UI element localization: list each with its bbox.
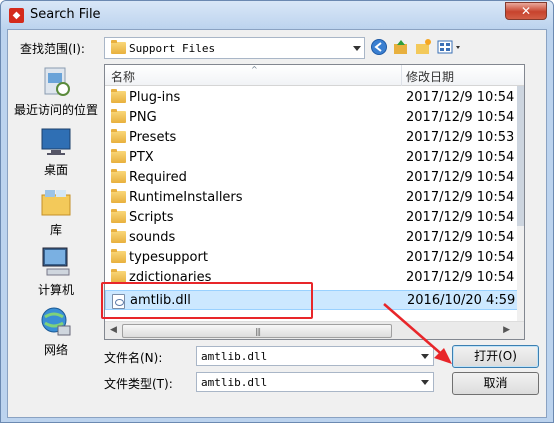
look-in-label: 查找范围(I):: [20, 42, 85, 56]
look-in-combo[interactable]: Support Files: [104, 37, 365, 59]
scroll-left-icon[interactable]: ◀: [110, 325, 117, 335]
list-header: 名称 ^ 修改日期: [105, 65, 524, 86]
recent-places-icon: [39, 65, 73, 99]
list-item[interactable]: Presets 2017/12/9 10:53: [105, 128, 524, 148]
file-date: 2017/12/9 10:54: [406, 90, 515, 105]
list-item[interactable]: sounds 2017/12/9 10:54: [105, 228, 524, 248]
list-item[interactable]: PNG 2017/12/9 10:54: [105, 108, 524, 128]
horizontal-scrollbar[interactable]: ◀ ||| ▶: [105, 321, 524, 339]
file-type-value: amtlib.dll: [201, 376, 268, 389]
folder-icon: [111, 129, 126, 144]
file-name: sounds: [129, 230, 176, 245]
folder-icon: [111, 229, 126, 244]
close-button[interactable]: ✕: [505, 2, 547, 20]
file-name: PTX: [129, 150, 154, 165]
file-name: RuntimeInstallers: [129, 190, 243, 205]
network-icon: [39, 305, 73, 339]
place-label: 网络: [43, 343, 68, 357]
place-computer[interactable]: 计算机: [11, 245, 101, 298]
chevron-down-icon[interactable]: [353, 46, 361, 51]
folder-icon: [111, 169, 126, 184]
window-title: Search File: [30, 7, 101, 22]
file-date: 2017/12/9 10:54: [406, 190, 515, 205]
file-type-label: 文件类型(T):: [104, 377, 173, 391]
sort-ascending-icon: ^: [251, 65, 258, 74]
place-recent[interactable]: 最近访问的位置: [11, 65, 101, 118]
folder-icon: [111, 149, 126, 164]
column-header-name[interactable]: 名称: [111, 68, 135, 85]
list-item[interactable]: typesupport 2017/12/9 10:54: [105, 248, 524, 268]
folder-icon: [111, 209, 126, 224]
folder-icon: [111, 249, 126, 264]
file-type-select[interactable]: amtlib.dll: [196, 372, 434, 392]
folder-icon: [111, 89, 126, 104]
file-date: 2017/12/9 10:54: [406, 110, 515, 125]
file-date: 2017/12/9 10:54: [406, 150, 515, 165]
library-icon: [39, 185, 73, 219]
file-name: Plug-ins: [129, 90, 181, 105]
cancel-button[interactable]: 取消: [452, 372, 539, 395]
file-name: PNG: [129, 110, 157, 125]
place-label: 桌面: [43, 163, 68, 177]
places-bar: 最近访问的位置 桌面 库 计算机 网络: [11, 63, 101, 363]
place-label: 最近访问的位置: [13, 103, 98, 117]
look-in-value: Support Files: [129, 42, 216, 55]
folder-icon: [111, 109, 126, 124]
file-date: 2017/12/9 10:54: [406, 250, 515, 265]
open-button[interactable]: 打开(O): [452, 345, 539, 368]
list-item[interactable]: Required 2017/12/9 10:54: [105, 168, 524, 188]
chevron-down-icon[interactable]: [421, 380, 429, 385]
column-divider[interactable]: [401, 65, 402, 86]
list-item[interactable]: RuntimeInstallers 2017/12/9 10:54: [105, 188, 524, 208]
desktop-icon: [39, 125, 73, 159]
grip-icon: |||: [255, 327, 261, 336]
place-network[interactable]: 网络: [11, 305, 101, 358]
up-folder-icon[interactable]: [392, 38, 410, 56]
file-name-label: 文件名(N):: [104, 351, 163, 365]
list-item[interactable]: Plug-ins 2017/12/9 10:54: [105, 88, 524, 108]
app-icon: ◆: [9, 8, 24, 23]
file-date: 2017/12/9 10:53: [406, 130, 515, 145]
view-menu-icon[interactable]: [437, 38, 465, 56]
file-name: Scripts: [129, 210, 174, 225]
highlight-box: [101, 282, 313, 319]
scrollbar-thumb[interactable]: [517, 86, 524, 226]
list-item[interactable]: PTX 2017/12/9 10:54: [105, 148, 524, 168]
scrollbar-thumb[interactable]: |||: [122, 324, 392, 338]
place-label: 计算机: [37, 283, 74, 297]
file-date: 2017/12/9 10:54: [406, 270, 515, 285]
title-bar[interactable]: ◆ Search File ✕: [1, 1, 553, 29]
file-date: 2017/12/9 10:54: [406, 230, 515, 245]
arrow-annotation-icon: [383, 303, 452, 364]
computer-icon: [39, 245, 73, 279]
vertical-scrollbar[interactable]: [517, 86, 524, 321]
place-desktop[interactable]: 桌面: [11, 125, 101, 178]
folder-icon: [111, 40, 126, 54]
file-name: Presets: [129, 130, 177, 145]
column-header-modified[interactable]: 修改日期: [406, 68, 454, 85]
place-library[interactable]: 库: [11, 185, 101, 238]
back-icon[interactable]: [370, 38, 388, 56]
file-date: 2017/12/9 10:54: [406, 170, 515, 185]
file-name: typesupport: [129, 250, 208, 265]
folder-icon: [111, 189, 126, 204]
list-item[interactable]: Scripts 2017/12/9 10:54: [105, 208, 524, 228]
file-date: 2017/12/9 10:54: [406, 210, 515, 225]
new-folder-icon[interactable]: [414, 38, 432, 56]
scroll-right-icon[interactable]: ▶: [503, 325, 510, 335]
place-label: 库: [49, 223, 62, 237]
file-name-value: amtlib.dll: [201, 350, 268, 363]
file-name: Required: [129, 170, 187, 185]
